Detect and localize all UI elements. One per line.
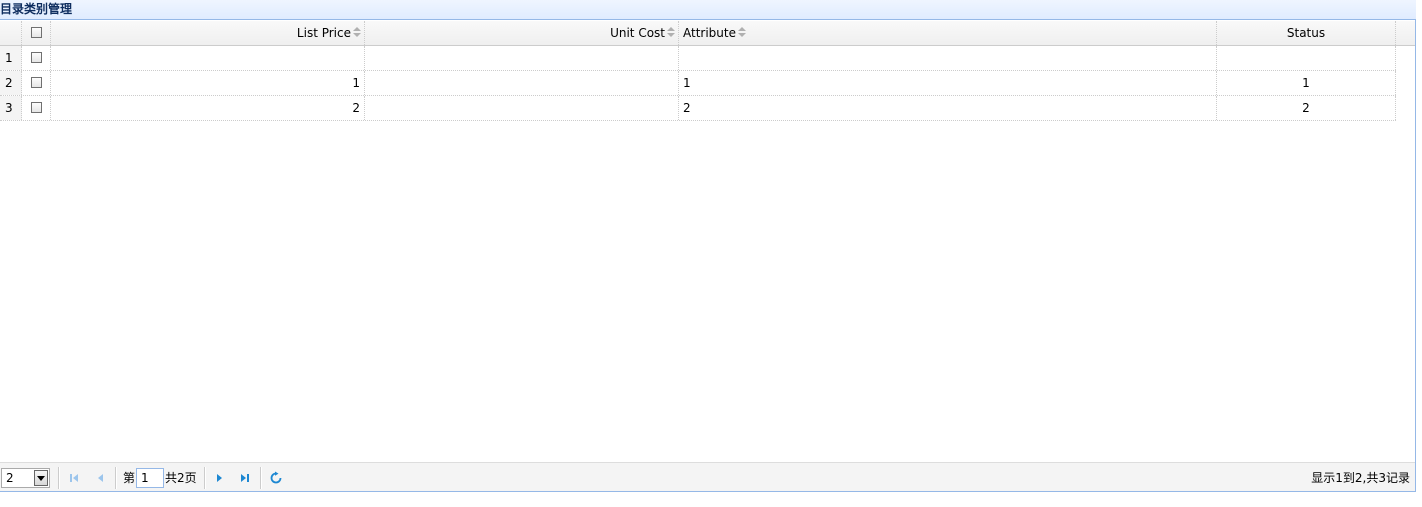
cell-unit-cost[interactable] [365,71,679,95]
table-row[interactable]: 2 1 1 1 [0,71,1396,96]
row-checkbox-cell [22,96,51,120]
sort-icon [353,27,361,38]
column-header-list-price[interactable]: List Price [51,21,365,45]
table-row[interactable]: 1 [0,46,1396,71]
column-label: Unit Cost [610,26,665,40]
header-scrollbar-filler [1396,21,1415,46]
cell-list-price[interactable]: 1 [51,71,365,95]
refresh-icon[interactable] [268,470,284,486]
row-number: 3 [0,96,22,120]
row-checkbox-cell [22,71,51,95]
chevron-down-icon[interactable] [34,470,48,486]
table-row[interactable]: 3 2 2 2 [0,96,1396,121]
first-page-icon[interactable] [66,470,82,486]
row-number: 2 [0,71,22,95]
page-number-input[interactable] [136,468,164,488]
prev-page-icon[interactable] [92,470,108,486]
column-header-unit-cost[interactable]: Unit Cost [365,21,679,45]
cell-attribute[interactable]: 1 [679,71,1217,95]
column-label: Attribute [683,26,736,40]
cell-list-price[interactable] [51,46,365,70]
panel-header: 目录类别管理 [0,0,1416,20]
grid-header: List Price Unit Cost Attribute Status [0,21,1396,46]
rownum-header [0,21,22,45]
cell-attribute[interactable]: 2 [679,96,1217,120]
panel-title: 目录类别管理 [0,2,73,16]
page-size-value: 2 [6,471,14,485]
pager-separator [115,467,117,489]
total-pages-label: 共2页 [165,471,197,485]
next-page-icon[interactable] [212,470,228,486]
pager-toolbar: 2 第 共2页 显示1到2,共3记录 [0,462,1415,491]
row-checkbox[interactable] [31,102,42,113]
row-checkbox[interactable] [31,77,42,88]
column-label: List Price [296,26,351,40]
cell-attribute[interactable] [679,46,1217,70]
sort-icon [738,27,746,38]
pager-separator [260,467,262,489]
sort-icon [667,27,675,38]
pager-separator [58,467,60,489]
pager-separator [204,467,206,489]
cell-status[interactable] [1217,46,1396,70]
cell-list-price[interactable]: 2 [51,96,365,120]
cell-status[interactable]: 2 [1217,96,1396,120]
column-header-attribute[interactable]: Attribute [679,21,1217,45]
select-all-cell [22,21,51,45]
pager-info: 显示1到2,共3记录 [1311,471,1410,485]
cell-status[interactable]: 1 [1217,71,1396,95]
row-checkbox-cell [22,46,51,70]
column-label: Status [1286,26,1326,40]
column-header-status[interactable]: Status [1217,21,1396,45]
last-page-icon[interactable] [237,470,253,486]
cell-unit-cost[interactable] [365,46,679,70]
page-prefix-label: 第 [123,471,136,485]
page-size-select[interactable]: 2 [1,468,50,488]
row-checkbox[interactable] [31,52,42,63]
row-number: 1 [0,46,22,70]
catalog-panel: 目录类别管理 List Price Unit Cost Attribute St… [0,0,1416,492]
select-all-checkbox[interactable] [31,27,42,38]
cell-unit-cost[interactable] [365,96,679,120]
